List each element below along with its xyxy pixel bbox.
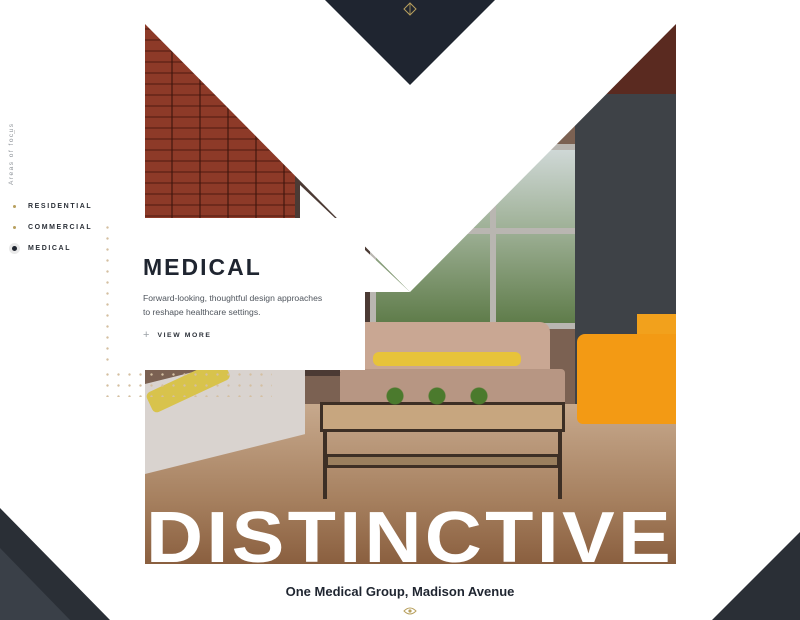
dots-decoration: [102, 222, 114, 368]
nav-item-label: RESIDENTIAL: [28, 203, 93, 210]
dots-decoration: [102, 369, 272, 397]
nav-item-commercial[interactable]: COMMERCIAL: [10, 217, 92, 238]
dot-icon: [13, 226, 16, 229]
nav-item-residential[interactable]: RESIDENTIAL: [10, 196, 92, 217]
eye-icon[interactable]: [403, 606, 417, 616]
hero-headline: DISTINCTIVE: [146, 500, 674, 564]
active-dot-icon: [12, 246, 17, 251]
feature-description: Forward-looking, thoughtful design appro…: [143, 293, 323, 317]
view-more-link[interactable]: + VIEW MORE: [143, 329, 212, 341]
nav-item-label: COMMERCIAL: [28, 224, 93, 231]
nav-item-label: MEDICAL: [28, 245, 72, 252]
nav-item-medical[interactable]: MEDICAL: [10, 238, 92, 259]
feature-title: MEDICAL: [143, 254, 262, 280]
corner-triangle-right: [712, 532, 800, 620]
focus-nav: RESIDENTIAL COMMERCIAL MEDICAL: [10, 196, 92, 259]
dot-icon: [13, 205, 16, 208]
section-label: Areas of focus: [8, 122, 15, 185]
project-caption: One Medical Group, Madison Avenue: [285, 584, 515, 599]
hero-headline-band: DISTINCTIVE: [145, 500, 676, 564]
view-more-label: VIEW MORE: [157, 331, 212, 339]
top-navy-triangle: [325, 0, 495, 85]
plus-icon: +: [143, 329, 150, 341]
corner-triangle-left: [0, 508, 110, 620]
